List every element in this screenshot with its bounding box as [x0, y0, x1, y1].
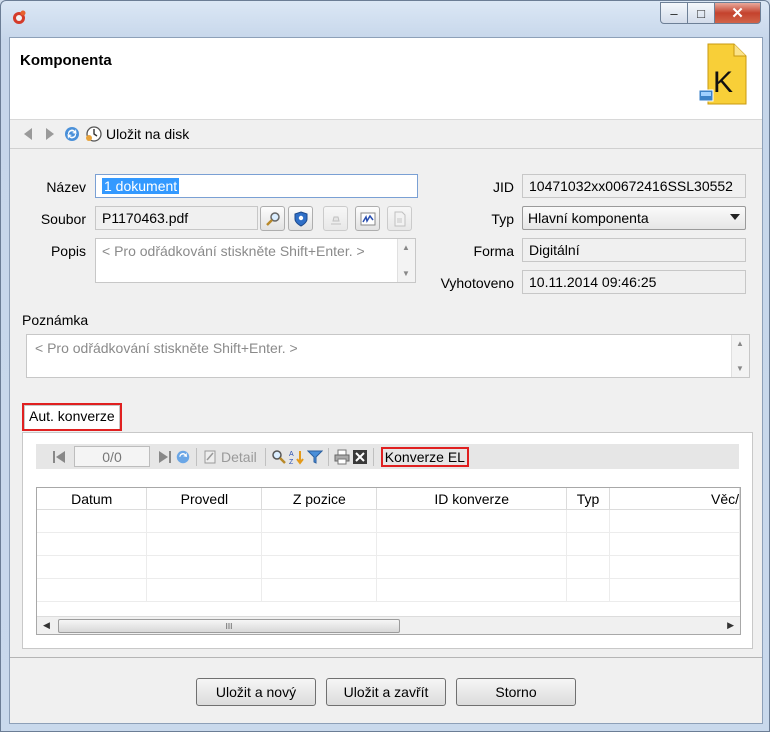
column-header[interactable]: ID konverze: [376, 488, 568, 510]
form-field: Digitální: [522, 238, 746, 262]
scroll-thumb[interactable]: III: [58, 619, 400, 633]
shield-icon: [294, 210, 307, 227]
column-header[interactable]: Datum: [37, 488, 148, 510]
scroll-left-icon[interactable]: ◀: [43, 620, 50, 631]
divider: [10, 657, 762, 658]
print-icon[interactable]: [333, 448, 351, 466]
file-label: Soubor: [40, 211, 86, 227]
back-arrow-icon[interactable]: [18, 124, 38, 144]
filter-icon[interactable]: [306, 448, 324, 466]
table-row: [37, 555, 740, 579]
main-toolbar: Uložit na disk: [10, 120, 762, 149]
toolbar-separator: [372, 447, 374, 466]
file-stamp-button[interactable]: [323, 206, 348, 231]
save-disk-icon[interactable]: [84, 124, 104, 144]
excel-export-icon[interactable]: [351, 448, 369, 466]
title-bar: ‒ □ ✕: [1, 1, 769, 35]
save-close-button[interactable]: Uložit a zavřít: [326, 678, 446, 706]
app-window: ‒ □ ✕ Komponenta K Uložit na disk Název …: [0, 0, 770, 732]
desc-scrollbar[interactable]: ▲ ▼: [397, 239, 415, 282]
note-label: Poznámka: [22, 312, 89, 328]
minimize-button[interactable]: ‒: [660, 2, 688, 24]
desc-label: Popis: [50, 243, 86, 259]
file-sign-button[interactable]: [288, 206, 313, 231]
type-select[interactable]: Hlavní komponenta: [522, 206, 746, 230]
konverze-el-button[interactable]: Konverze EL: [380, 446, 469, 467]
desc-placeholder: < Pro odřádkování stiskněte Shift+Enter.…: [102, 243, 365, 259]
maximize-button[interactable]: □: [688, 2, 715, 24]
chevron-down-icon: [730, 214, 740, 220]
column-header[interactable]: Věc/: [609, 488, 740, 510]
sort-az-icon[interactable]: AZ: [288, 448, 306, 466]
pager-field[interactable]: 0/0: [74, 446, 150, 467]
dialog-header: Komponenta K: [10, 38, 762, 120]
note-textarea[interactable]: < Pro odřádkování stiskněte Shift+Enter.…: [26, 334, 750, 378]
file-signature-button[interactable]: [355, 206, 380, 231]
forward-arrow-icon[interactable]: [40, 124, 60, 144]
refresh-icon[interactable]: [62, 124, 82, 144]
signature-icon: [360, 212, 375, 225]
jid-label: JID: [493, 179, 514, 195]
detail-icon[interactable]: [201, 448, 219, 466]
created-label: Vyhotoveno: [440, 275, 514, 291]
table-row: [37, 578, 740, 602]
tab-aut-konverze[interactable]: Aut. konverze: [22, 403, 122, 431]
toolbar-separator: [264, 447, 266, 466]
toolbar-separator: [196, 447, 197, 466]
grid-refresh-icon[interactable]: [174, 448, 192, 466]
file-field: P1170463.pdf: [95, 206, 258, 230]
column-header[interactable]: Provedl: [146, 488, 263, 510]
svg-text:A: A: [289, 451, 294, 458]
type-label: Typ: [491, 211, 514, 227]
app-icon: [11, 9, 27, 25]
save-new-button[interactable]: Uložit a nový: [196, 678, 316, 706]
grid-toolbar: 0/0 Detail AZ Konverze EL: [36, 444, 739, 469]
name-label: Název: [46, 179, 86, 195]
created-field: 10.11.2014 09:46:25: [522, 270, 746, 294]
search-icon[interactable]: [270, 448, 288, 466]
type-select-value: Hlavní komponenta: [528, 210, 649, 226]
column-header[interactable]: Typ: [566, 488, 611, 510]
tab-panel: 0/0 Detail AZ Konverze EL Datum Provedl …: [22, 432, 753, 649]
form-label: Forma: [473, 243, 514, 259]
note-scrollbar[interactable]: ▲ ▼: [731, 335, 749, 377]
detail-button[interactable]: Detail: [221, 449, 257, 465]
save-to-disk-button[interactable]: Uložit na disk: [106, 126, 189, 142]
close-button[interactable]: ✕: [715, 2, 761, 24]
maximize-icon: □: [697, 5, 705, 21]
first-page-icon[interactable]: [50, 448, 68, 466]
dialog-client: Komponenta K Uložit na disk Název 1 doku…: [9, 37, 763, 724]
svg-text:Z: Z: [289, 459, 294, 465]
grid-horizontal-scrollbar[interactable]: ◀ III ▶: [37, 616, 740, 634]
last-page-icon[interactable]: [156, 448, 174, 466]
minimize-icon: ‒: [670, 5, 678, 21]
doc-icon-letter: K: [713, 66, 733, 99]
cancel-button[interactable]: Storno: [456, 678, 576, 706]
document-k-icon: K: [698, 42, 748, 109]
note-placeholder: < Pro odřádkování stiskněte Shift+Enter.…: [35, 340, 298, 356]
file-search-button[interactable]: [260, 206, 285, 231]
desc-textarea[interactable]: < Pro odřádkování stiskněte Shift+Enter.…: [95, 238, 416, 283]
close-icon: ✕: [731, 5, 744, 22]
name-input[interactable]: 1 dokument: [95, 174, 418, 198]
table-row: [37, 532, 740, 556]
conversion-grid: Datum Provedl Z pozice ID konverze Typ V…: [36, 487, 741, 635]
column-header[interactable]: Z pozice: [261, 488, 378, 510]
toolbar-separator: [327, 447, 329, 466]
page-title: Komponenta: [20, 52, 112, 69]
file-convert-button[interactable]: [387, 206, 412, 231]
document-icon: [394, 211, 405, 226]
jid-field: 10471032xx00672416SSL30552: [522, 174, 746, 198]
magnifier-icon: [265, 211, 280, 226]
table-row: [37, 509, 740, 533]
stamp-icon: [330, 216, 341, 224]
scroll-right-icon[interactable]: ▶: [727, 620, 734, 631]
